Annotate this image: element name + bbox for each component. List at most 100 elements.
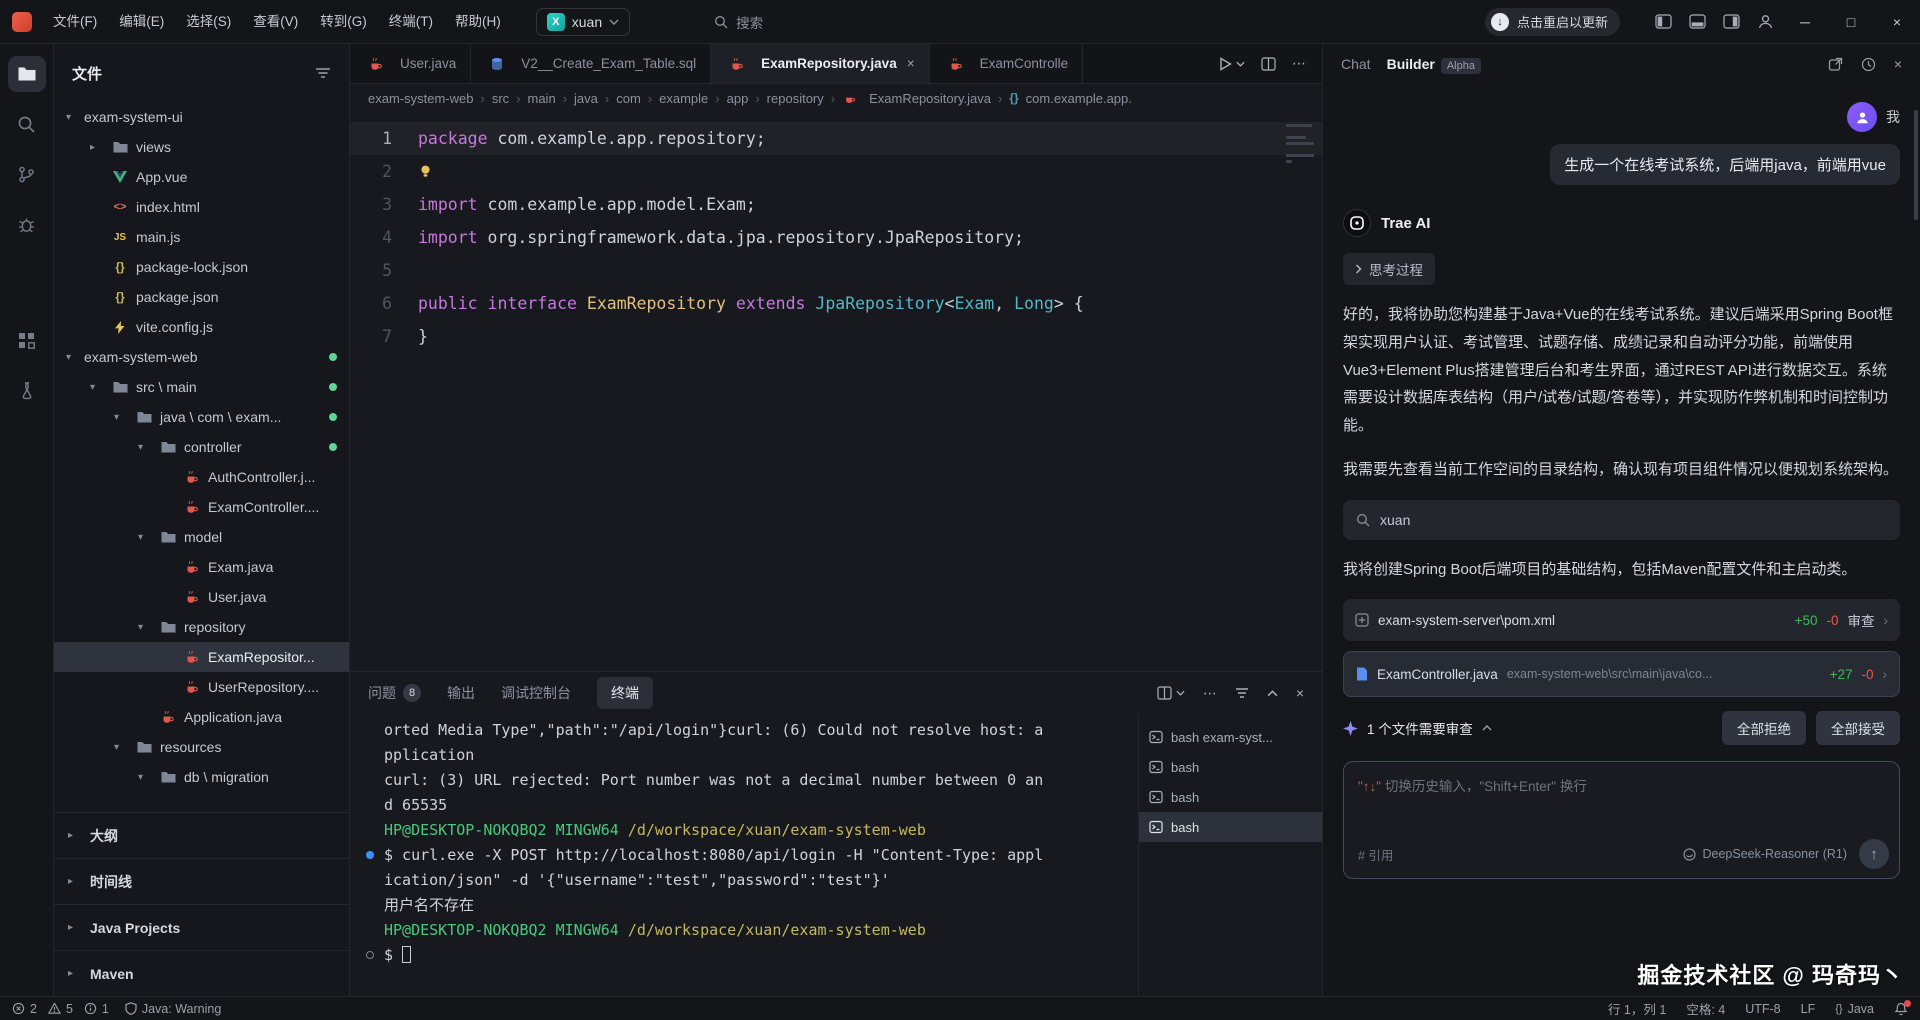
tree-item-folder[interactable]: ▾repository xyxy=(54,612,349,642)
toggle-sidebar-left-icon[interactable] xyxy=(1646,7,1680,37)
extensions-icon[interactable] xyxy=(8,322,46,358)
eol[interactable]: LF xyxy=(1801,1002,1816,1016)
section-outline[interactable]: ▸大纲 xyxy=(54,812,349,858)
global-search[interactable]: 搜索 xyxy=(700,8,777,36)
section-maven[interactable]: ▸Maven xyxy=(54,950,349,996)
tree-item-folder[interactable]: ▾model xyxy=(54,522,349,552)
menu-file[interactable]: 文件(F) xyxy=(42,7,108,37)
tab-problems[interactable]: 问题8 xyxy=(368,683,421,703)
more-actions-icon[interactable]: ⋯ xyxy=(1292,55,1306,72)
menu-help[interactable]: 帮助(H) xyxy=(444,7,512,37)
terminal-output[interactable]: orted Media Type","path":"/api/login"}cu… xyxy=(350,714,1138,996)
minimize-button[interactable]: ─ xyxy=(1782,0,1828,44)
breadcrumb[interactable]: exam-system-web› src› main› java› com› e… xyxy=(350,84,1322,112)
terminal-instance-selected[interactable]: bash xyxy=(1139,812,1322,842)
tree-item-file[interactable]: ExamController.... xyxy=(54,492,349,522)
review-link[interactable]: 审查 xyxy=(1848,610,1875,630)
tree-item-file[interactable]: AuthController.j... xyxy=(54,462,349,492)
close-tab-icon[interactable]: × xyxy=(907,56,915,71)
menu-go[interactable]: 转到(G) xyxy=(309,7,378,37)
terminal-instance[interactable]: bash xyxy=(1139,752,1322,782)
close-icon[interactable]: × xyxy=(1894,56,1902,72)
reject-all-button[interactable]: 全部拒绝 xyxy=(1722,711,1806,745)
tree-item-folder[interactable]: ▾resources xyxy=(54,732,349,762)
accept-all-button[interactable]: 全部接受 xyxy=(1816,711,1900,745)
tree-item-folder[interactable]: ▾controller xyxy=(54,432,349,462)
menu-selection[interactable]: 选择(S) xyxy=(175,7,242,37)
filter-icon[interactable] xyxy=(1235,687,1249,699)
close-button[interactable]: × xyxy=(1874,0,1920,44)
close-panel-icon[interactable]: × xyxy=(1296,685,1304,701)
tree-item-file[interactable]: JSmain.js xyxy=(54,222,349,252)
notifications-bell[interactable] xyxy=(1894,1002,1908,1016)
toggle-sidebar-right-icon[interactable] xyxy=(1714,7,1748,37)
tree-item-file[interactable]: Exam.java xyxy=(54,552,349,582)
tree-item-file[interactable]: {}package.json xyxy=(54,282,349,312)
menu-terminal[interactable]: 终端(T) xyxy=(378,7,444,37)
cursor-position[interactable]: 行 1，列 1 xyxy=(1608,999,1666,1018)
tree-item-file[interactable]: User.java xyxy=(54,582,349,612)
tab-exam-controller[interactable]: ExamControlle xyxy=(930,44,1084,83)
menu-edit[interactable]: 编辑(E) xyxy=(108,7,175,37)
chat-scrollbar[interactable] xyxy=(1914,110,1918,220)
section-timeline[interactable]: ▸时间线 xyxy=(54,858,349,904)
terminal-instance[interactable]: bash xyxy=(1139,782,1322,812)
tree-item-file[interactable]: {}package-lock.json xyxy=(54,252,349,282)
restart-update-button[interactable]: ↓ 点击重启以更新 xyxy=(1485,8,1620,36)
source-control-icon[interactable] xyxy=(8,156,46,192)
explorer-icon[interactable] xyxy=(8,56,46,92)
debug-icon[interactable] xyxy=(8,206,46,242)
code-editor[interactable]: 1 package com.example.app.repository; 2 … xyxy=(350,112,1322,671)
search-tool-call[interactable]: xuan xyxy=(1343,500,1900,540)
testing-flask-icon[interactable] xyxy=(8,372,46,408)
tab-sql[interactable]: V2__Create_Exam_Table.sql xyxy=(471,44,711,83)
maximize-panel-icon[interactable] xyxy=(1267,690,1278,697)
tree-item-folder[interactable]: ▾exam-system-ui xyxy=(54,102,349,132)
tree-item-file[interactable]: vite.config.js xyxy=(54,312,349,342)
workspace-switcher[interactable]: X xuan xyxy=(536,8,630,36)
minimap[interactable] xyxy=(1286,124,1314,166)
model-selector[interactable]: DeepSeek-Reasoner (R1) xyxy=(1683,847,1847,861)
chat-input[interactable]: "↑↓" 切换历史输入，"Shift+Enter" 换行 # 引用 DeepSe… xyxy=(1343,761,1900,879)
split-terminal-button[interactable] xyxy=(1157,686,1185,700)
tree-item-file[interactable]: <>index.html xyxy=(54,192,349,222)
tab-debug-console[interactable]: 调试控制台 xyxy=(501,683,571,703)
file-change-card[interactable]: exam-system-server\pom.xml +50 -0 审查 › xyxy=(1343,599,1900,641)
tree-item-folder[interactable]: ▾src \ main xyxy=(54,372,349,402)
split-editor-icon[interactable] xyxy=(1261,57,1276,71)
tab-chat[interactable]: Chat xyxy=(1341,56,1371,72)
history-icon[interactable] xyxy=(1861,57,1876,72)
chevron-up-icon[interactable] xyxy=(1482,725,1492,731)
tree-item-folder[interactable]: ▾exam-system-web xyxy=(54,342,349,372)
account-icon[interactable] xyxy=(1748,7,1782,37)
thinking-process-toggle[interactable]: 思考过程 xyxy=(1343,253,1435,285)
menu-view[interactable]: 查看(V) xyxy=(242,7,309,37)
tree-item-file[interactable]: Application.java xyxy=(54,702,349,732)
tree-item-folder[interactable]: ▾java \ com \ exam... xyxy=(54,402,349,432)
toggle-panel-bottom-icon[interactable] xyxy=(1680,7,1714,37)
language-mode[interactable]: {} Java xyxy=(1835,1002,1874,1016)
tree-item-file[interactable]: UserRepository.... xyxy=(54,672,349,702)
terminal-instance[interactable]: bash exam-syst... xyxy=(1139,722,1322,752)
indentation[interactable]: 空格: 4 xyxy=(1686,999,1725,1018)
more-actions-icon[interactable]: ⋯ xyxy=(1203,685,1217,702)
run-button[interactable] xyxy=(1219,57,1245,71)
tab-terminal[interactable]: 终端 xyxy=(597,677,653,709)
tab-builder[interactable]: BuilderAlpha xyxy=(1387,56,1481,72)
java-status[interactable]: Java: Warning xyxy=(125,1002,221,1016)
problems-status[interactable]: 2 5 1 xyxy=(12,1002,109,1016)
tab-user-java[interactable]: User.java xyxy=(350,44,471,83)
tab-exam-repository[interactable]: ExamRepository.java × xyxy=(711,44,929,83)
maximize-button[interactable]: □ xyxy=(1828,0,1874,44)
encoding[interactable]: UTF-8 xyxy=(1745,1002,1780,1016)
file-review-card[interactable]: ExamController.java exam-system-web\src\… xyxy=(1343,651,1900,697)
tree-item-file-selected[interactable]: ExamRepositor... xyxy=(54,642,349,672)
tree-item-folder[interactable]: ▾db \ migration xyxy=(54,762,349,792)
tab-output[interactable]: 输出 xyxy=(447,683,475,703)
filter-icon[interactable] xyxy=(315,66,331,80)
section-java-projects[interactable]: ▸Java Projects xyxy=(54,904,349,950)
reference-button[interactable]: # 引用 xyxy=(1358,845,1393,864)
open-in-editor-icon[interactable] xyxy=(1828,57,1843,72)
lightbulb-icon[interactable] xyxy=(418,155,433,188)
tree-item-folder[interactable]: ▸views xyxy=(54,132,349,162)
